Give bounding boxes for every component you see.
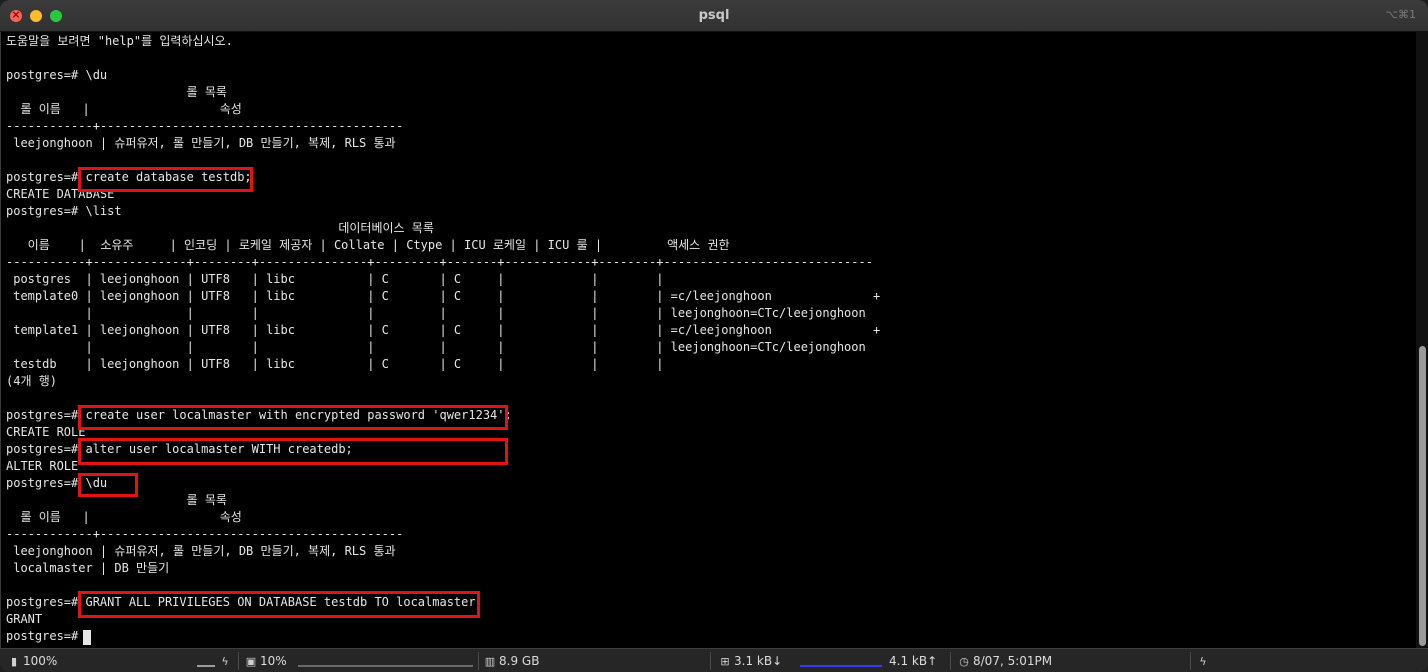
terminal-line: 데이터베이스 목록 — [6, 221, 434, 235]
terminal-line: 롤 이름 | 속성 — [6, 510, 242, 524]
terminal-line: CREATE ROLE — [6, 425, 86, 439]
cpu-value: 10% — [260, 654, 287, 668]
scrollbar-thumb[interactable] — [1419, 346, 1426, 646]
terminal-line: testdb | leejonghoon | UTF8 | libc | C |… — [6, 357, 664, 371]
memory-icon: ▥ — [484, 655, 496, 668]
upload-status: 4.1 kB↑ — [889, 653, 937, 669]
terminal-line: postgres=# \list — [6, 204, 122, 218]
highlight-alter-user — [78, 438, 508, 465]
terminal-line: ------------+---------------------------… — [6, 119, 404, 133]
terminal-line: postgres | leejonghoon | UTF8 | libc | C… — [6, 272, 664, 286]
terminal-line: GRANT — [6, 612, 43, 626]
memory-value: 8.9 GB — [499, 654, 540, 668]
terminal-line: template1 | leejonghoon | UTF8 | libc | … — [6, 323, 881, 337]
terminal-line: 도움말을 보려면 "help"를 입력하십시오. — [6, 34, 233, 48]
highlight-grant — [78, 591, 480, 618]
terminal-line: ------------+---------------------------… — [6, 527, 404, 541]
terminal-line: ALTER ROLE — [6, 459, 79, 473]
highlight-du — [78, 473, 138, 497]
terminal-line: postgres=# \du — [6, 68, 108, 82]
battery-value: 100% — [23, 654, 58, 668]
terminal-line: | | | | | | | | leejonghoon=CTc/leejongh… — [6, 306, 866, 320]
window-shortcut: ⌥⌘1 — [1385, 8, 1416, 21]
divider — [710, 652, 711, 670]
datetime-value: 8/07, 5:01PM — [973, 654, 1053, 668]
battery-sparkline — [197, 665, 215, 667]
network-icon: ⊞ — [720, 655, 730, 668]
terminal-line: (4개 행) — [6, 374, 57, 388]
title-bar: × psql ⌥⌘1 — [0, 0, 1428, 32]
cpu-icon: ▣ — [245, 655, 257, 668]
terminal-output[interactable]: 도움말을 보려면 "help"를 입력하십시오. postgres=# \du … — [0, 32, 1416, 648]
download-value: 3.1 kB↓ — [734, 654, 783, 668]
scrollbar[interactable] — [1416, 32, 1428, 648]
lightning-icon: ϟ — [1199, 655, 1207, 668]
terminal-line: leejonghoon | 슈퍼유저, 롤 만들기, DB 만들기, 복제, R… — [6, 136, 396, 150]
clock-status: ◷ 8/07, 5:01PM — [958, 653, 1052, 669]
status-bar: ▮ 100% ϟ ▣ 10% ▥ 8.9 GB ⊞ 3.1 kB↓ 4.1 kB↑ ◷ 8… — [0, 648, 1428, 672]
clock-icon: ◷ — [959, 655, 969, 668]
terminal-line: -----------+-------------+--------+-----… — [6, 255, 873, 269]
text-cursor — [83, 630, 91, 645]
battery-icon: ▮ — [10, 655, 18, 668]
cpu-sparkline — [298, 665, 473, 667]
highlight-create-user — [78, 405, 508, 430]
charging-status: ϟ — [1197, 653, 1212, 669]
power-status: ϟ — [219, 653, 234, 669]
terminal-line: postgres=# — [6, 629, 86, 643]
upload-value: 4.1 kB↑ — [889, 654, 938, 668]
divider — [478, 652, 479, 670]
window-title: psql — [698, 8, 730, 23]
divider — [238, 652, 239, 670]
terminal-window: × psql ⌥⌘1 도움말을 보려면 "help"를 입력하십시오. post… — [0, 0, 1428, 672]
divider — [950, 652, 951, 670]
terminal-line: leejonghoon | 슈퍼유저, 롤 만들기, DB 만들기, 복제, R… — [6, 544, 396, 558]
terminal-line: 롤 이름 | 속성 — [6, 102, 242, 116]
lightning-icon: ϟ — [221, 655, 229, 668]
network-sparkline — [800, 665, 882, 667]
memory-status: ▥ 8.9 GB — [484, 653, 540, 669]
terminal-line: template0 | leejonghoon | UTF8 | libc | … — [6, 289, 881, 303]
divider — [1190, 652, 1191, 670]
network-status: ⊞ 3.1 kB↓ — [719, 653, 782, 669]
highlight-create-database — [78, 167, 253, 192]
terminal-line: 롤 목록 — [6, 85, 227, 99]
battery-status: ▮ 100% — [8, 653, 57, 669]
terminal-line: 이름 | 소유주 | 인코딩 | 로케일 제공자 | Collate | Cty… — [6, 238, 730, 252]
cpu-status: ▣ 10% — [245, 653, 287, 669]
terminal-line: localmaster | DB 만들기 — [6, 561, 170, 575]
terminal-line: | | | | | | | | leejonghoon=CTc/leejongh… — [6, 340, 866, 354]
